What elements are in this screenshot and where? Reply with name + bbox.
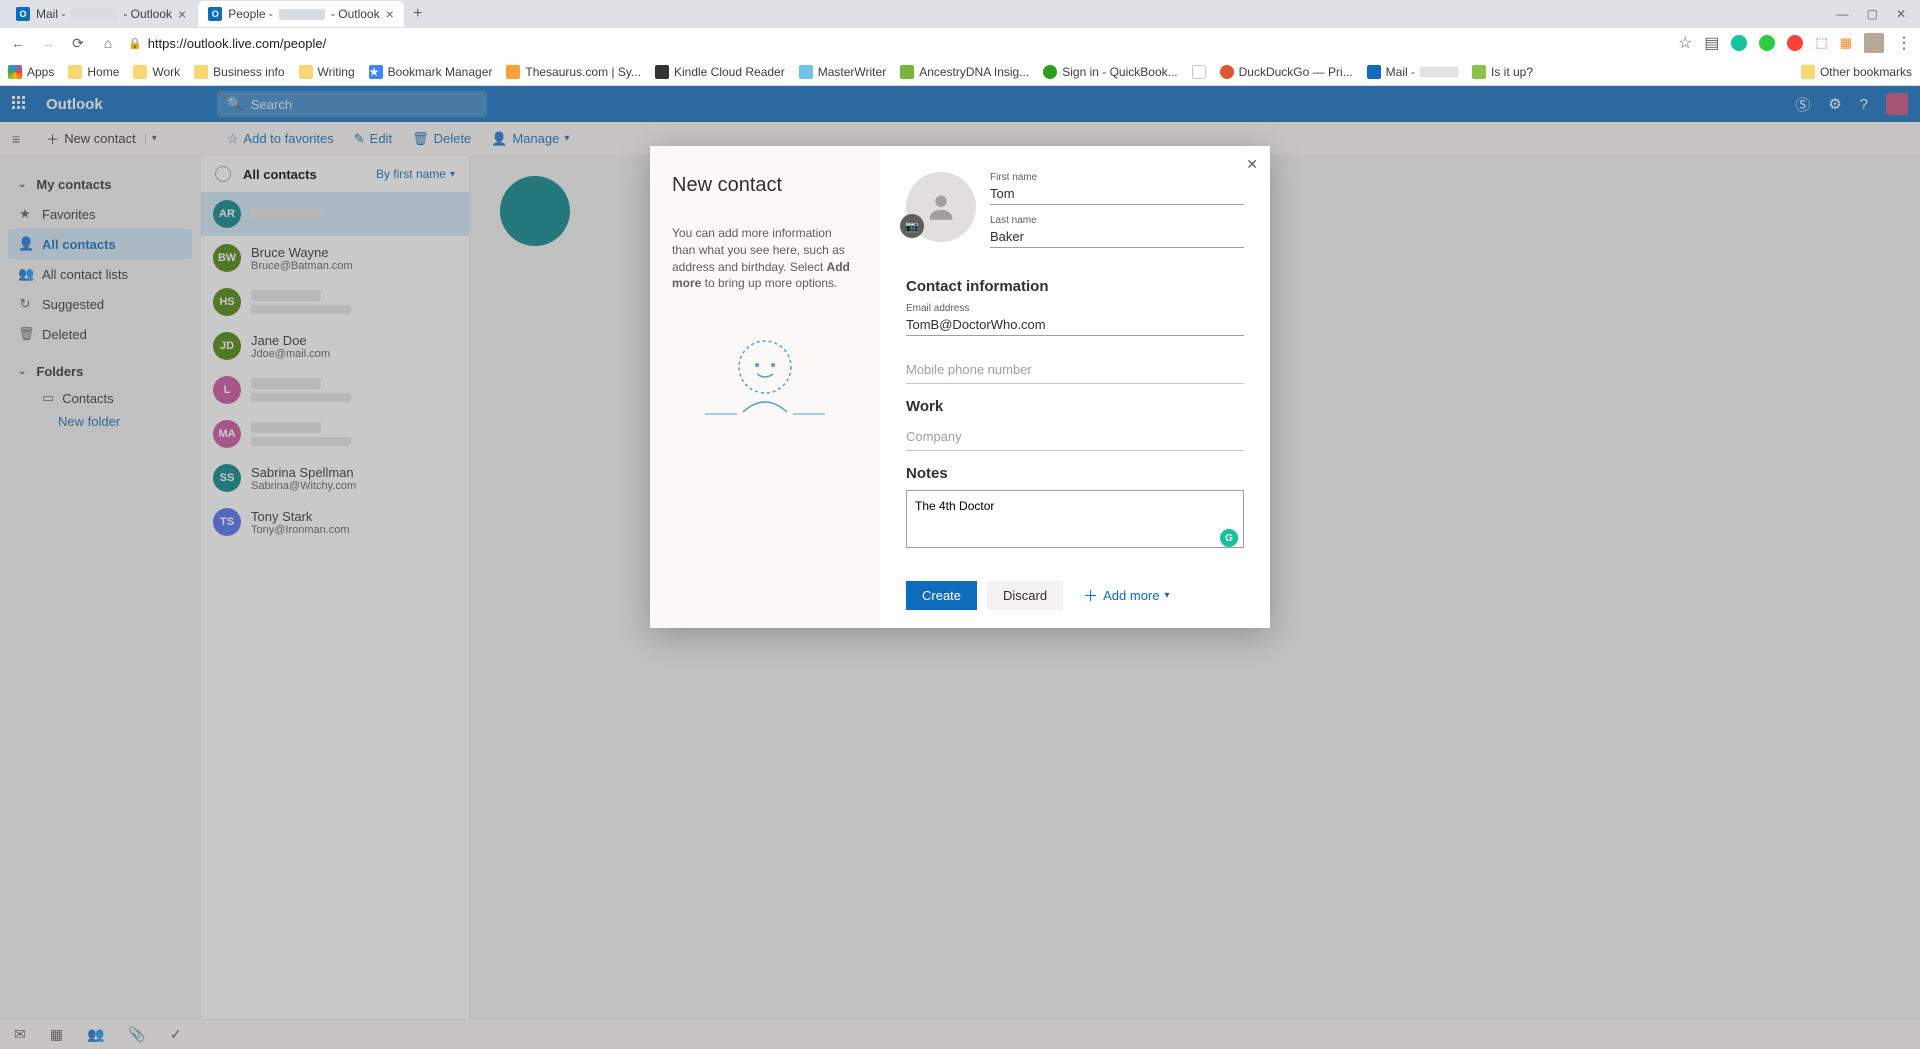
bookmark-item[interactable]: Writing [299,65,355,79]
url-bar[interactable]: 🔒 https://outlook.live.com/people/ [128,36,1668,51]
bookmark-item[interactable]: Business info [194,65,284,79]
bookmark-item[interactable]: Work [133,65,180,79]
plus-icon: ＋ [1083,585,1098,606]
chevron-down-icon: ▾ [1165,590,1170,601]
browser-chrome: O Mail - - Outlook × O People - - Outloo… [0,0,1920,86]
grammarly-icon[interactable]: G [1220,529,1238,547]
add-more-button[interactable]: ＋ Add more ▾ [1083,585,1169,606]
reload-icon[interactable]: ⟳ [68,35,88,52]
last-name-input[interactable] [990,226,1244,248]
discard-button[interactable]: Discard [987,581,1063,610]
tab-strip: O Mail - - Outlook × O People - - Outloo… [0,0,1920,28]
star-icon[interactable]: ☆ [1678,33,1692,53]
camera-icon[interactable]: 📷 [900,214,924,238]
extension-icon[interactable]: ⬚ [1815,35,1827,51]
bookmark-item[interactable]: Sign in - QuickBook... [1043,65,1177,79]
section-contact-info: Contact information [906,278,1244,295]
new-tab-button[interactable]: + [406,2,430,26]
forward-icon[interactable]: → [38,35,58,51]
apps-button[interactable]: Apps [8,65,54,79]
back-icon[interactable]: ← [8,35,28,51]
bookmarks-bar: Apps Home Work Business info Writing ★Bo… [0,58,1920,86]
modal-help-text: You can add more information than what y… [672,225,858,292]
redacted [1420,67,1458,77]
modal-overlay: ✕ New contact You can add more informati… [0,86,1920,1049]
other-bookmarks[interactable]: Other bookmarks [1801,65,1912,79]
bookmark-item[interactable]: Kindle Cloud Reader [655,65,785,79]
extension-icon[interactable] [1731,35,1747,51]
modal-footer: Create Discard ＋ Add more ▾ [906,581,1244,610]
minimize-icon[interactable]: — [1837,7,1849,21]
tab-label: - Outlook [123,7,172,21]
bookmark-item[interactable] [1192,65,1206,79]
first-name-field: First name [990,172,1244,205]
modal-form: 📷 First name Last name Contact informati… [880,146,1270,628]
close-icon[interactable]: ✕ [1896,7,1906,21]
toolbar-right: ☆ ▤ ⬚ ▦ ⋮ [1678,33,1912,53]
menu-icon[interactable]: ⋮ [1896,33,1912,53]
tab-label: People - [228,7,273,21]
window-controls: — ▢ ✕ [1837,7,1920,21]
browser-tab-people[interactable]: O People - - Outlook × [198,1,404,27]
page-icon[interactable]: ▤ [1704,33,1719,53]
outlook-favicon: O [16,7,30,21]
new-contact-modal: ✕ New contact You can add more informati… [650,146,1270,628]
modal-title: New contact [672,174,858,197]
redacted [71,9,117,20]
maximize-icon[interactable]: ▢ [1867,7,1878,21]
create-button[interactable]: Create [906,581,977,610]
first-name-input[interactable] [990,183,1244,205]
tab-label: Mail - [36,7,65,21]
last-name-field: Last name [990,215,1244,248]
email-label: Email address [906,303,1244,314]
close-icon[interactable]: × [178,6,186,22]
profile-avatar[interactable] [1864,33,1884,53]
last-name-label: Last name [990,215,1244,226]
extension-icon[interactable] [1787,35,1803,51]
browser-tab-mail[interactable]: O Mail - - Outlook × [6,1,196,27]
bookmark-item[interactable]: ★Bookmark Manager [369,65,493,79]
bookmark-item[interactable]: Mail - [1367,65,1458,79]
bookmark-item[interactable]: AncestryDNA Insig... [900,65,1029,79]
illustration [672,332,858,427]
outlook-favicon: O [208,7,222,21]
email-input[interactable] [906,314,1244,336]
section-notes: Notes [906,465,1244,482]
mobile-input[interactable] [906,356,1244,384]
url-text: https://outlook.live.com/people/ [148,36,327,51]
bookmark-item[interactable]: Home [68,65,119,79]
company-input[interactable] [906,423,1244,451]
close-icon[interactable]: ✕ [1246,156,1258,173]
email-field: Email address [906,303,1244,336]
bookmark-item[interactable]: Is it up? [1472,65,1533,79]
notes-textarea[interactable] [906,490,1244,548]
modal-left-pane: New contact You can add more information… [650,146,880,628]
extension-icon[interactable]: ▦ [1840,35,1852,51]
bookmark-item[interactable]: MasterWriter [799,65,886,79]
section-work: Work [906,398,1244,415]
first-name-label: First name [990,172,1244,183]
bookmark-item[interactable]: Thesaurus.com | Sy... [506,65,641,79]
photo-upload[interactable]: 📷 [906,172,976,242]
address-bar-row: ← → ⟳ ⌂ 🔒 https://outlook.live.com/peopl… [0,28,1920,58]
extension-icon[interactable] [1759,35,1775,51]
bookmark-item[interactable]: DuckDuckGo — Pri... [1220,65,1353,79]
tab-label: - Outlook [331,7,380,21]
redacted [279,9,325,20]
home-icon[interactable]: ⌂ [98,35,118,51]
close-icon[interactable]: × [386,6,394,22]
lock-icon: 🔒 [128,37,142,50]
